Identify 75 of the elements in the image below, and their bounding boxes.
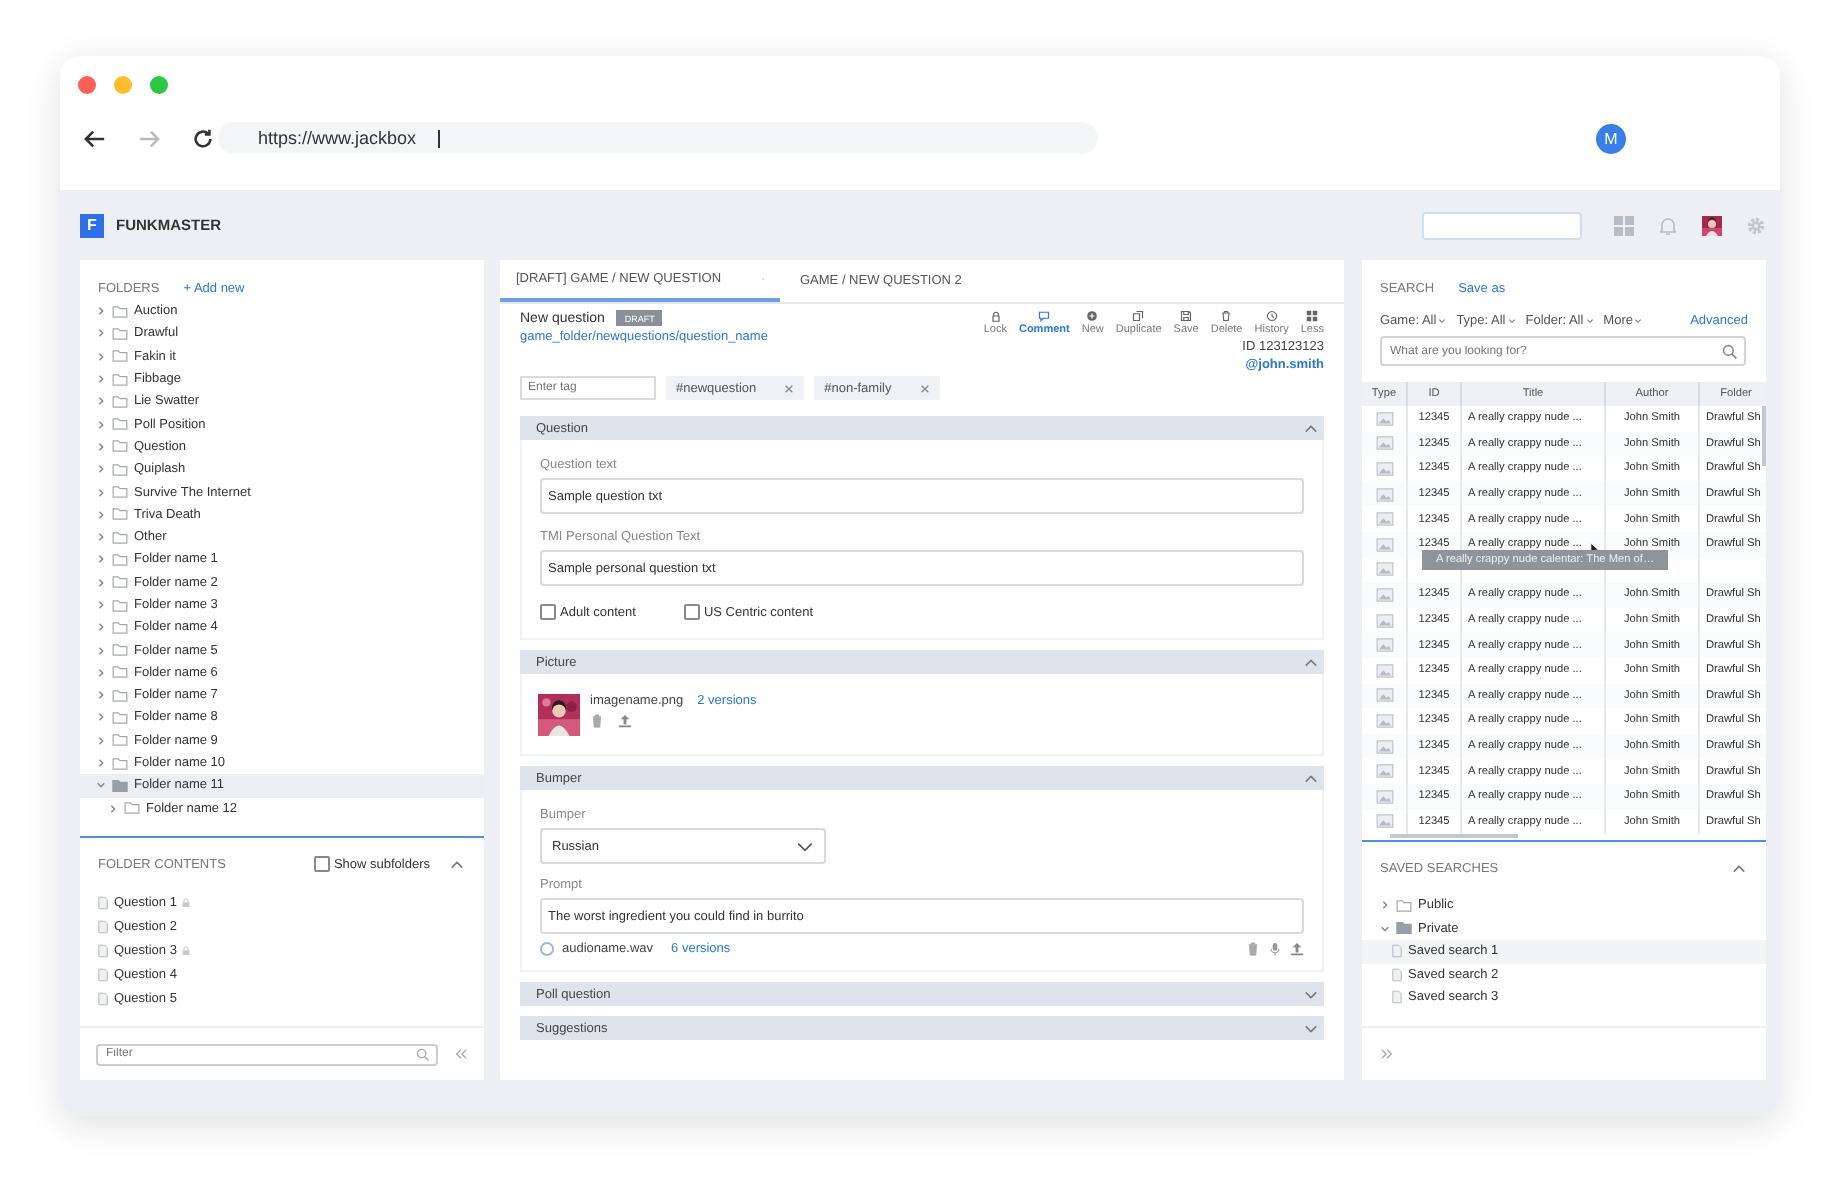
forward-icon[interactable] bbox=[138, 127, 160, 149]
lock-icon bbox=[182, 897, 191, 907]
chevron-icon[interactable] bbox=[108, 803, 118, 814]
image-icon bbox=[1375, 487, 1393, 502]
chevron-icon[interactable] bbox=[96, 622, 106, 633]
image-icon bbox=[1375, 638, 1393, 653]
search-icon bbox=[416, 1047, 430, 1061]
checkbox[interactable] bbox=[683, 604, 700, 620]
image-icon bbox=[1375, 461, 1393, 476]
chevron-icon[interactable] bbox=[96, 735, 106, 746]
trash-icon[interactable] bbox=[590, 714, 604, 728]
image-icon bbox=[1375, 587, 1393, 602]
search-field[interactable] bbox=[1422, 211, 1582, 239]
lock-icon bbox=[989, 310, 1002, 322]
comment-icon bbox=[1038, 310, 1051, 322]
upload-icon[interactable] bbox=[618, 714, 632, 728]
expand-icon[interactable] bbox=[1380, 1048, 1394, 1060]
minimize-window-button[interactable] bbox=[114, 76, 132, 94]
image-icon bbox=[1375, 537, 1393, 552]
microphone-icon[interactable] bbox=[1268, 942, 1282, 956]
chevron-icon[interactable] bbox=[96, 577, 106, 588]
chevron-icon[interactable] bbox=[1304, 773, 1318, 783]
upload-icon[interactable] bbox=[1290, 942, 1304, 956]
grid-icon[interactable] bbox=[1614, 215, 1634, 235]
back-icon[interactable] bbox=[84, 127, 106, 149]
image-icon bbox=[1375, 814, 1393, 829]
chevron-icon[interactable] bbox=[1304, 657, 1318, 667]
radio-button[interactable] bbox=[540, 942, 554, 956]
trash-icon[interactable] bbox=[1246, 942, 1260, 956]
image-icon bbox=[1375, 713, 1393, 728]
search-icon bbox=[1722, 343, 1738, 359]
address-bar[interactable]: https://www.jackbox bbox=[218, 122, 1098, 154]
caret-icon bbox=[1507, 317, 1516, 323]
chevron-icon bbox=[796, 841, 814, 851]
image-icon bbox=[1375, 436, 1393, 451]
save-icon bbox=[1180, 310, 1193, 322]
image-icon bbox=[1375, 512, 1393, 527]
image-icon bbox=[1375, 562, 1393, 577]
copy-icon bbox=[1132, 310, 1145, 322]
chevron-icon[interactable] bbox=[1304, 423, 1318, 433]
plus-icon bbox=[1086, 310, 1099, 322]
chevron-icon[interactable] bbox=[1732, 863, 1746, 873]
chevron-icon[interactable] bbox=[1304, 989, 1318, 999]
chevron-icon[interactable] bbox=[96, 464, 106, 475]
scrollbar[interactable] bbox=[1762, 406, 1766, 466]
lock-icon bbox=[182, 945, 191, 955]
caret-icon bbox=[1634, 317, 1643, 323]
image-icon bbox=[1375, 613, 1393, 628]
grid-icon bbox=[1306, 310, 1319, 322]
trash-icon bbox=[1220, 310, 1233, 322]
profile-avatar[interactable]: M bbox=[1596, 123, 1626, 153]
chevron-icon[interactable] bbox=[450, 859, 464, 869]
checkbox[interactable] bbox=[313, 856, 330, 872]
chevron-icon[interactable] bbox=[1380, 923, 1390, 934]
chevron-icon[interactable] bbox=[96, 351, 106, 362]
chevron-icon[interactable] bbox=[96, 600, 106, 610]
image-icon bbox=[1375, 739, 1393, 754]
image-icon bbox=[1375, 663, 1393, 678]
image-icon bbox=[1375, 789, 1393, 804]
app-logo: F bbox=[80, 213, 104, 237]
bell-icon[interactable] bbox=[1658, 215, 1678, 235]
maximize-window-button[interactable] bbox=[150, 76, 168, 94]
reload-icon[interactable] bbox=[192, 127, 214, 149]
scrollbar[interactable] bbox=[1390, 834, 1518, 838]
caret-icon bbox=[1585, 317, 1594, 323]
image-icon bbox=[1375, 764, 1393, 779]
checkbox[interactable] bbox=[540, 604, 556, 620]
image-icon bbox=[1375, 688, 1393, 703]
collapse-icon[interactable] bbox=[454, 1048, 468, 1060]
close-window-button[interactable] bbox=[78, 76, 96, 94]
image-icon bbox=[1375, 411, 1393, 426]
chevron-icon[interactable] bbox=[1304, 1023, 1318, 1033]
clock-icon bbox=[1265, 310, 1278, 322]
chevron-icon[interactable] bbox=[1380, 900, 1390, 911]
caret-icon bbox=[1438, 317, 1447, 323]
